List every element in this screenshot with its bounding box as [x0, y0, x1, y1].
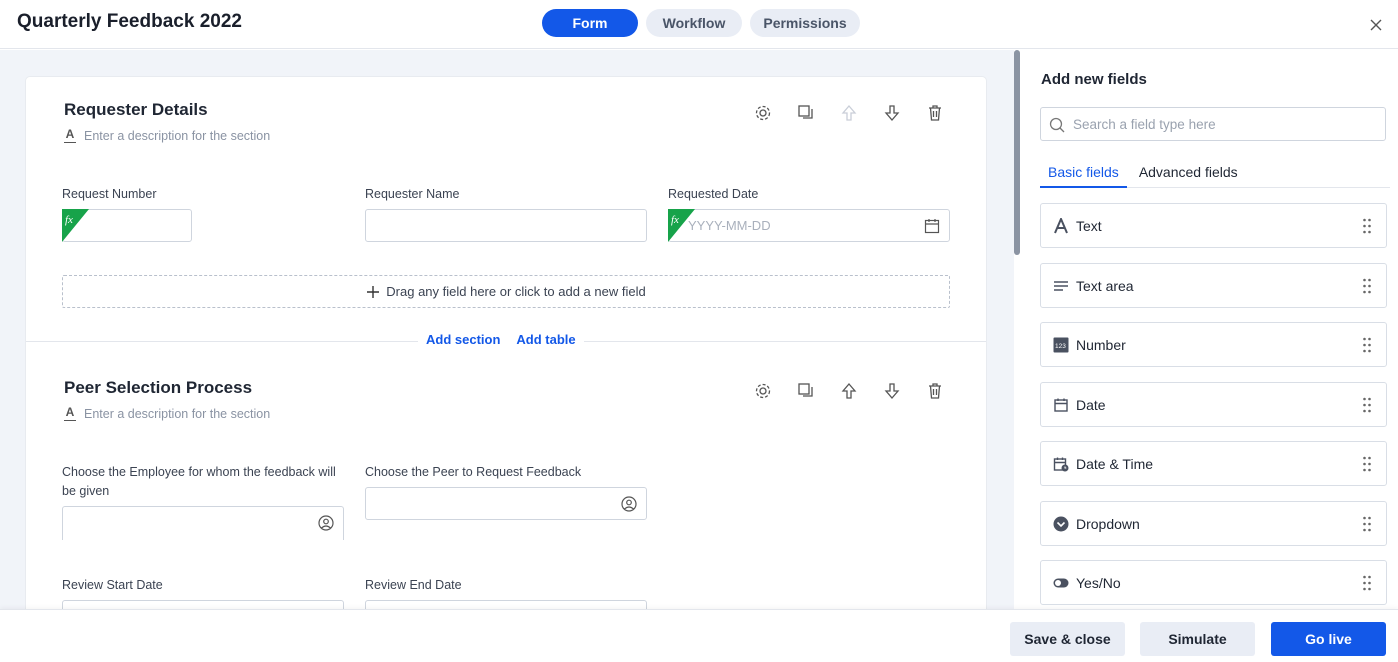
search-placeholder: Search a field type here [1073, 117, 1216, 132]
field-type-number[interactable]: 123 Number [1040, 322, 1387, 367]
move-up-icon[interactable] [838, 102, 859, 123]
drag-handle-icon[interactable] [1363, 218, 1371, 234]
toggle-icon [1053, 575, 1069, 591]
duplicate-icon[interactable] [795, 380, 816, 401]
drag-handle-icon[interactable] [1363, 516, 1371, 532]
field-type-yes-no[interactable]: Yes/No [1040, 560, 1387, 605]
field-type-tabs: Basic fields Advanced fields [1040, 154, 1390, 188]
field-label: Requester Name [365, 187, 460, 201]
drag-handle-icon[interactable] [1363, 397, 1371, 413]
dropdown-icon [1053, 516, 1069, 532]
field-label: Requested Date [668, 187, 759, 201]
search-icon [1049, 117, 1065, 133]
add-section-link[interactable]: Add section [426, 332, 500, 347]
drop-zone-label: Drag any field here or click to add a ne… [386, 284, 646, 299]
field-search-input[interactable]: Search a field type here [1040, 107, 1386, 141]
move-down-icon[interactable] [881, 380, 902, 401]
field-label: Review Start Date [62, 578, 163, 592]
field-type-date[interactable]: Date [1040, 382, 1387, 427]
request-number-field[interactable]: fx [62, 209, 192, 242]
field-palette: Add new fields Search a field type here … [1022, 50, 1398, 610]
section-description-placeholder: Enter a description for the section [84, 407, 271, 421]
page-title: Quarterly Feedback 2022 [17, 11, 242, 32]
field-type-date-time[interactable]: Date & Time [1040, 441, 1387, 486]
field-label: Choose the Peer to Request Feedback [365, 465, 582, 479]
section-description[interactable]: A Enter a description for the section [64, 127, 271, 143]
footer-bar: Save & close Simulate Go live [0, 609, 1398, 662]
form-card: Requester Details A Enter a description … [26, 77, 986, 610]
field-type-label: Yes/No [1076, 574, 1121, 591]
tab-basic-fields[interactable]: Basic fields [1040, 154, 1127, 188]
text-icon [1053, 217, 1069, 234]
text-format-icon: A [64, 127, 76, 143]
field-type-dropdown[interactable]: Dropdown [1040, 501, 1387, 546]
field-type-label: Dropdown [1076, 515, 1140, 532]
employee-picker[interactable] [62, 506, 344, 540]
user-icon [318, 515, 334, 531]
form-canvas: Requester Details A Enter a description … [0, 50, 1014, 610]
move-down-icon[interactable] [881, 102, 902, 123]
section-title-requester-details[interactable]: Requester Details [64, 100, 208, 120]
save-close-button[interactable]: Save & close [1010, 622, 1125, 656]
formula-icon: fx [62, 209, 89, 242]
calendar-icon[interactable] [924, 218, 940, 234]
delete-icon[interactable] [924, 380, 945, 401]
svg-text:fx: fx [65, 214, 73, 226]
field-type-text[interactable]: Text [1040, 203, 1387, 248]
svg-text:fx: fx [671, 214, 679, 226]
drag-handle-icon[interactable] [1363, 456, 1371, 472]
add-table-link[interactable]: Add table [516, 332, 575, 347]
palette-title: Add new fields [1041, 71, 1147, 88]
close-icon[interactable] [1368, 17, 1384, 33]
add-field-drop-zone[interactable]: Drag any field here or click to add a ne… [62, 275, 950, 308]
number-icon: 123 [1053, 337, 1069, 353]
top-bar: Quarterly Feedback 2022 Form Workflow Pe… [0, 0, 1398, 49]
field-type-label: Date & Time [1076, 455, 1154, 472]
date-icon [1053, 397, 1069, 413]
field-label: Review End Date [365, 578, 462, 592]
section-actions [752, 380, 945, 401]
svg-text:123: 123 [1055, 343, 1066, 350]
plus-icon [367, 285, 380, 298]
duplicate-icon[interactable] [795, 102, 816, 123]
field-type-label: Date [1076, 396, 1106, 413]
section-description[interactable]: A Enter a description for the section [64, 405, 271, 421]
tab-workflow[interactable]: Workflow [646, 9, 742, 37]
field-label: Choose the Employee for whom the feedbac… [62, 465, 336, 498]
date-time-icon [1053, 456, 1069, 472]
text-format-icon: A [64, 405, 76, 421]
date-placeholder: YYYY-MM-DD [688, 218, 771, 233]
drag-handle-icon[interactable] [1363, 575, 1371, 591]
delete-icon[interactable] [924, 102, 945, 123]
simulate-button[interactable]: Simulate [1140, 622, 1255, 656]
field-type-label: Number [1076, 336, 1126, 353]
field-label: Request Number [62, 187, 157, 201]
section-description-placeholder: Enter a description for the section [84, 129, 271, 143]
drag-handle-icon[interactable] [1363, 278, 1371, 294]
section-actions [752, 102, 945, 123]
main-tabs: Form Workflow Permissions [542, 9, 860, 37]
drag-handle-icon[interactable] [1363, 337, 1371, 353]
tab-permissions[interactable]: Permissions [750, 9, 860, 37]
settings-icon[interactable] [752, 102, 773, 123]
move-up-icon[interactable] [838, 380, 859, 401]
settings-icon[interactable] [752, 380, 773, 401]
section-title-peer-selection[interactable]: Peer Selection Process [64, 378, 252, 398]
tab-form[interactable]: Form [542, 9, 638, 37]
tab-advanced-fields[interactable]: Advanced fields [1131, 154, 1246, 188]
requested-date-field[interactable]: fx YYYY-MM-DD [668, 209, 950, 242]
go-live-button[interactable]: Go live [1271, 622, 1386, 656]
user-icon [621, 496, 637, 512]
canvas-scrollbar[interactable] [1014, 50, 1020, 255]
field-type-text-area[interactable]: Text area [1040, 263, 1387, 308]
text-area-icon [1053, 278, 1069, 294]
field-type-label: Text [1076, 217, 1102, 234]
field-type-label: Text area [1076, 277, 1134, 294]
requester-name-field[interactable] [365, 209, 647, 242]
add-links: Add section Add table [418, 332, 584, 347]
peer-picker[interactable] [365, 487, 647, 520]
